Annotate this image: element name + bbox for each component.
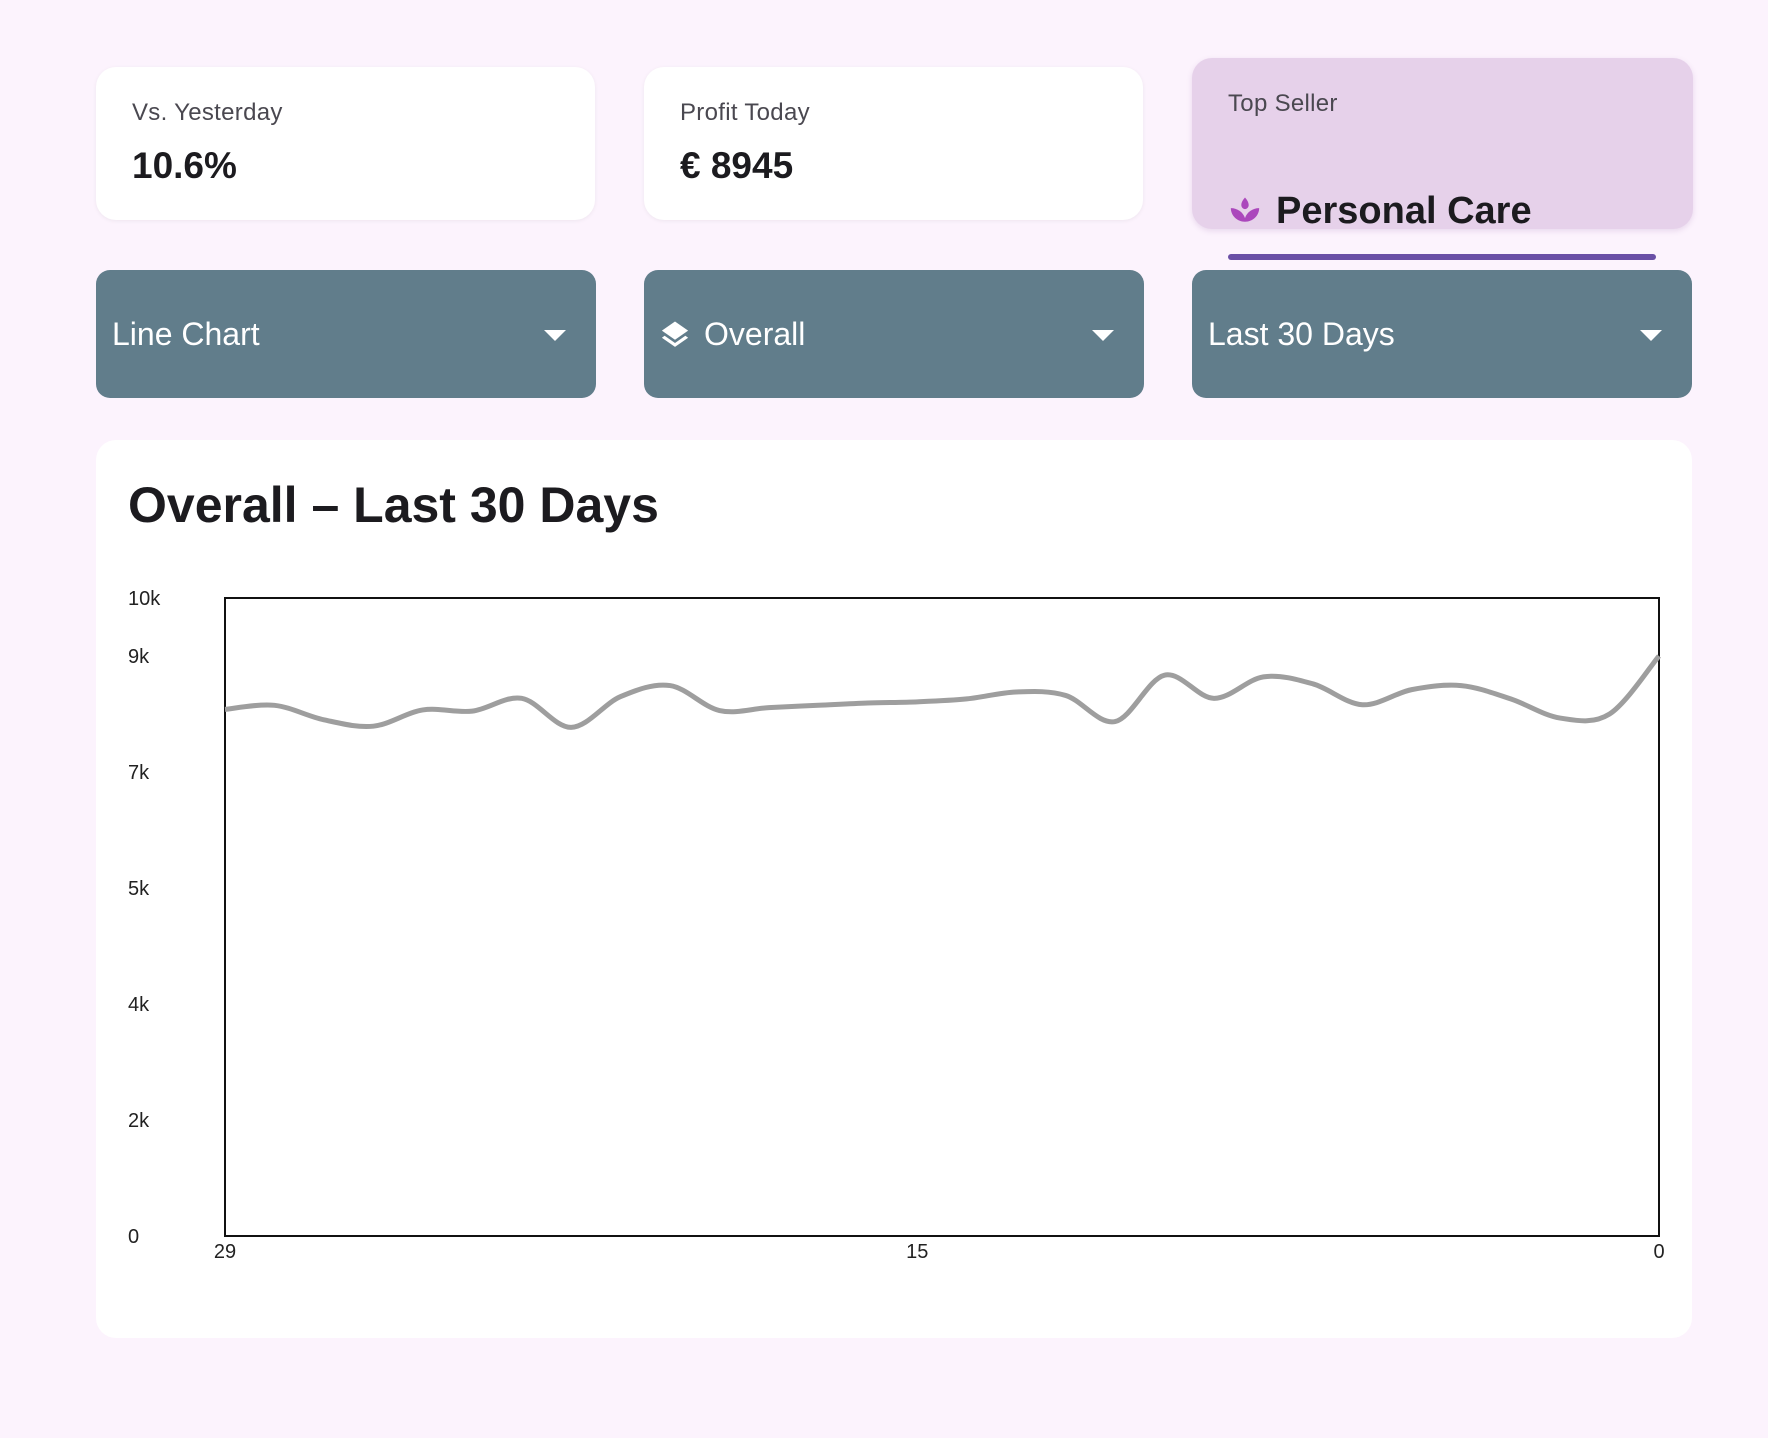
vs-yesterday-value: 10.6% [132, 145, 237, 186]
y-tick-label: 9k [128, 646, 150, 668]
profit-today-value: € 8945 [680, 145, 794, 186]
plot-frame [224, 597, 1660, 1237]
top-seller-row: Personal Care [1228, 192, 1532, 230]
y-tick-label: 5k [128, 878, 150, 900]
series-line [224, 654, 1661, 730]
x-tick-label: 0 [1653, 1241, 1664, 1263]
vs-yesterday-card: Vs. Yesterday 10.6% [96, 67, 595, 220]
profit-today-card: Profit Today € 8945 [644, 67, 1143, 220]
vs-yesterday-label: Vs. Yesterday [132, 99, 283, 126]
x-tick-label: 29 [214, 1241, 236, 1263]
top-seller-value: Personal Care [1276, 190, 1532, 232]
layers-icon [660, 319, 690, 349]
profit-today-label: Profit Today [680, 99, 810, 126]
y-tick-label: 10k [128, 588, 161, 610]
y-tick-label: 2k [128, 1110, 150, 1132]
top-seller-label: Top Seller [1228, 90, 1338, 117]
chevron-down-icon [1092, 330, 1114, 341]
chart-type-dropdown[interactable]: Line Chart [96, 270, 596, 398]
y-tick-label: 4k [128, 994, 150, 1016]
chart-type-value: Line Chart [112, 315, 260, 352]
chart-card: Overall – Last 30 Days 10k 9k 7k 5k 4k 2k 0 29 1… [96, 440, 1692, 1338]
period-dropdown[interactable]: Last 30 Days [1192, 270, 1692, 398]
y-tick-label: 0 [128, 1226, 139, 1248]
spa-icon [1228, 194, 1262, 228]
chevron-down-icon [1640, 330, 1662, 341]
top-seller-card[interactable]: Top Seller Personal Care [1192, 58, 1693, 260]
top-seller-progress-bar [1228, 254, 1656, 260]
period-value: Last 30 Days [1208, 315, 1395, 352]
x-tick-label: 15 [906, 1241, 928, 1263]
category-value: Overall [704, 315, 806, 352]
y-tick-label: 7k [128, 762, 150, 784]
line-chart: 10k 9k 7k 5k 4k 2k 0 29 15 0 [128, 588, 1665, 1263]
chevron-down-icon [544, 330, 566, 341]
category-dropdown[interactable]: Overall [644, 270, 1144, 398]
